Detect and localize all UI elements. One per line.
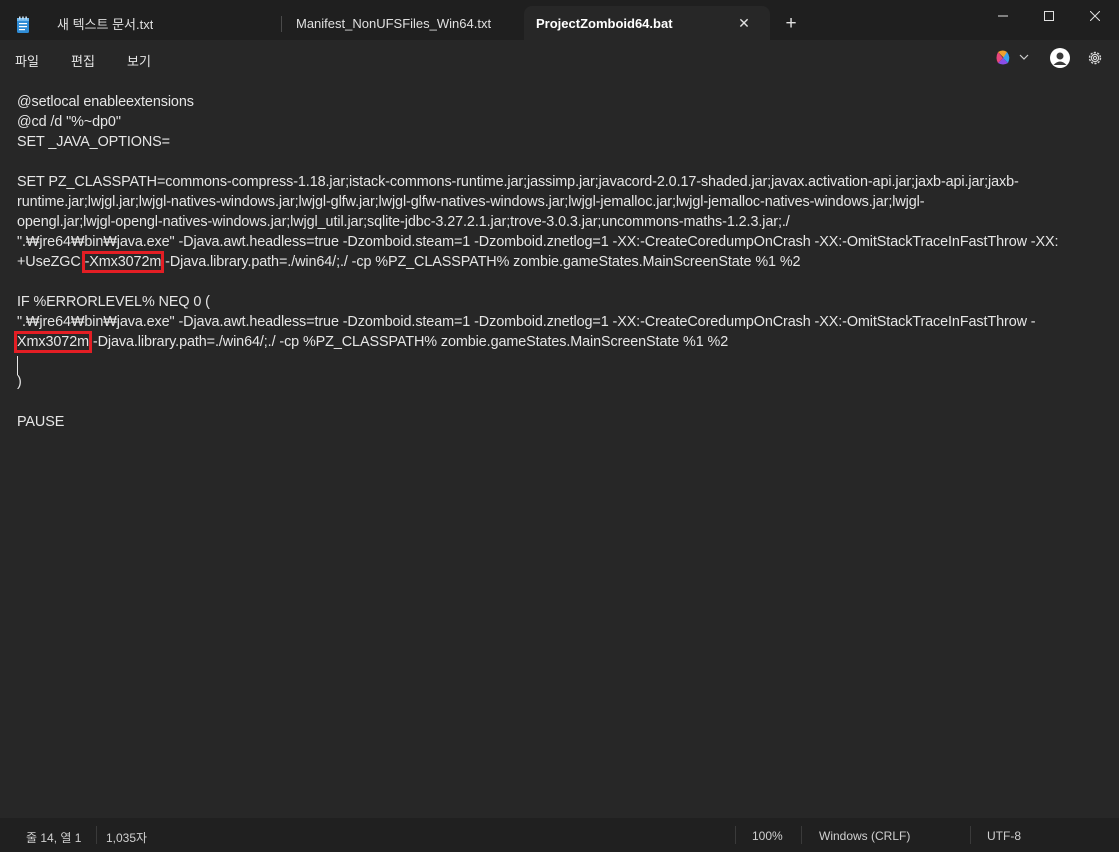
highlighted-xmx-setting: Xmx3072m <box>14 331 92 353</box>
character-count: 1,035자 <box>106 831 148 845</box>
text-editor[interactable]: @setlocal enableextensions @cd /d "%~dp0"… <box>0 76 1119 818</box>
close-window-button[interactable] <box>1072 0 1118 32</box>
minimize-icon <box>998 15 1008 17</box>
gear-icon[interactable] <box>1086 49 1104 67</box>
maximize-icon <box>1044 11 1054 21</box>
editor-line[interactable]: Xmx3072m -Djava.library.path=./win64/;./… <box>14 331 1117 353</box>
editor-line[interactable]: PAUSE <box>17 412 1117 432</box>
cursor-position: 줄 14, 열 1 <box>26 831 82 845</box>
close-tab-icon[interactable]: ✕ <box>736 6 752 40</box>
editor-content[interactable]: @setlocal enableextensions @cd /d "%~dp0"… <box>14 92 1117 432</box>
menu-bar: 파일 편집 보기 <box>0 40 1119 76</box>
line-ending[interactable]: Windows (CRLF) <box>819 829 910 843</box>
close-icon <box>1090 11 1100 21</box>
editor-line[interactable]: IF %ERRORLEVEL% NEQ 0 ( <box>17 292 1117 312</box>
title-bar: 새 텍스트 문서.txt Manifest_NonUFSFiles_Win64.… <box>0 0 1119 40</box>
tab-label: 새 텍스트 문서.txt <box>57 16 154 32</box>
chevron-down-icon[interactable] <box>1019 52 1029 62</box>
encoding[interactable]: UTF-8 <box>987 829 1021 843</box>
zoom-level[interactable]: 100% <box>752 829 783 843</box>
editor-line[interactable]: opengl.jar;lwjgl-opengl-natives-windows.… <box>17 212 1117 232</box>
tab-separator <box>281 16 282 32</box>
editor-line[interactable] <box>17 352 1117 372</box>
account-icon[interactable] <box>1050 48 1070 68</box>
menu-view[interactable]: 보기 <box>127 51 151 70</box>
editor-line[interactable]: @cd /d "%~dp0" <box>17 112 1117 132</box>
editor-line[interactable]: runtime.jar;lwjgl.jar;lwjgl-natives-wind… <box>17 192 1117 212</box>
editor-line[interactable]: ".₩jre64₩bin₩java.exe" -Djava.awt.headle… <box>17 312 1117 332</box>
editor-line[interactable] <box>17 152 1117 172</box>
status-separator <box>970 826 971 844</box>
tab-projectzomboid64[interactable]: ProjectZomboid64.bat ✕ <box>524 6 770 40</box>
status-separator <box>96 826 97 844</box>
editor-line[interactable] <box>17 272 1117 292</box>
new-tab-button[interactable]: + <box>781 13 801 34</box>
editor-line[interactable]: ) <box>17 372 1117 392</box>
status-separator <box>801 826 802 844</box>
status-bar: 줄 14, 열 1 1,035자 100% Windows (CRLF) UTF… <box>0 818 1119 852</box>
editor-line[interactable]: ".₩jre64₩bin₩java.exe" -Djava.awt.headle… <box>17 232 1117 252</box>
editor-line[interactable]: SET _JAVA_OPTIONS= <box>17 132 1117 152</box>
menu-edit[interactable]: 편집 <box>71 51 95 70</box>
line-text: -Djava.library.path=./win64/;./ -cp %PZ_… <box>88 334 729 350</box>
line-text: +UseZGC <box>17 254 85 270</box>
editor-line[interactable] <box>17 392 1117 412</box>
editor-line[interactable]: +UseZGC -Xmx3072m -Djava.library.path=./… <box>17 251 1117 273</box>
text-caret <box>17 356 18 375</box>
editor-line[interactable]: SET PZ_CLASSPATH=commons-compress-1.18.j… <box>17 172 1117 192</box>
menu-file[interactable]: 파일 <box>15 51 39 70</box>
tab-manifest[interactable]: Manifest_NonUFSFiles_Win64.txt <box>296 6 506 40</box>
tab-label: ProjectZomboid64.bat <box>536 15 673 31</box>
editor-line[interactable]: @setlocal enableextensions <box>17 92 1117 112</box>
tab-new-text-document[interactable]: 새 텍스트 문서.txt <box>57 6 257 40</box>
line-text: -Djava.library.path=./win64/;./ -cp %PZ_… <box>161 254 801 270</box>
notepad-icon <box>17 16 29 33</box>
copilot-icon[interactable] <box>994 49 1012 67</box>
highlighted-xmx-setting: -Xmx3072m <box>81 251 165 273</box>
maximize-button[interactable] <box>1026 0 1072 32</box>
tab-label: Manifest_NonUFSFiles_Win64.txt <box>296 15 492 31</box>
status-separator <box>735 826 736 844</box>
minimize-button[interactable] <box>980 0 1026 32</box>
